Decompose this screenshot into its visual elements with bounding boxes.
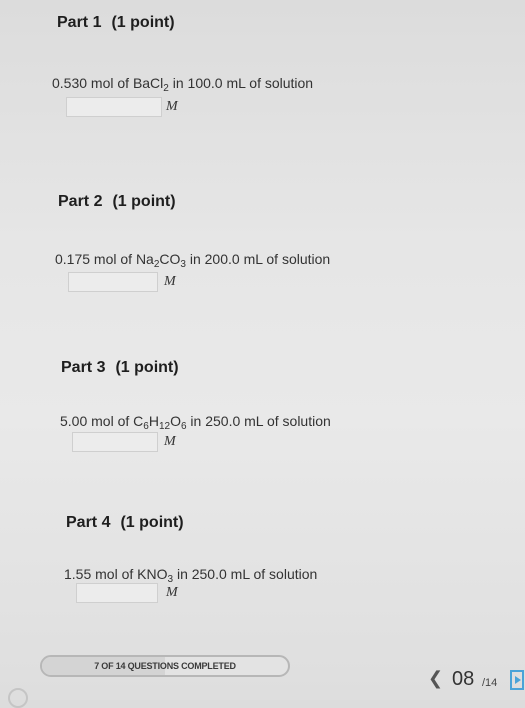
- part-2-label: Part 2: [58, 193, 103, 210]
- formula-text: CO: [159, 251, 181, 267]
- part-2-answer-input[interactable]: [68, 272, 158, 292]
- formula-text: H: [148, 413, 159, 429]
- progress-label: 7 OF 14 QUESTIONS COMPLETED: [94, 661, 236, 671]
- part-2-formula: Na2CO3: [135, 251, 186, 270]
- part-3-question: 5.00 mol of C6H12O6 in 250.0 mL of solut…: [60, 413, 331, 432]
- part-1-label: Part 1: [57, 14, 102, 31]
- part-4-points: (1 point): [120, 514, 184, 531]
- formula-text: KNO: [137, 566, 168, 582]
- part-3-rest: in 250.0 mL of solution: [186, 413, 331, 429]
- part-2-amount: 0.175 mol of: [55, 251, 136, 267]
- part-3-formula: C6H12O6: [133, 413, 186, 432]
- part-4-amount: 1.55 mol of: [64, 566, 138, 582]
- part-1-answer-input[interactable]: [66, 97, 162, 117]
- part-3-amount: 5.00 mol of: [60, 413, 134, 429]
- part-4-rest: in 250.0 mL of solution: [173, 566, 318, 582]
- part-1-formula: BaCl2: [132, 75, 169, 94]
- part-2-question: 0.175 mol of Na2CO3 in 200.0 mL of solut…: [55, 251, 331, 270]
- formula-text: BaCl: [132, 75, 164, 91]
- formula-subscript: 12: [158, 421, 171, 432]
- part-2-rest: in 200.0 mL of solution: [185, 251, 331, 267]
- next-page-icon[interactable]: [510, 670, 524, 690]
- part-1-question: 0.530 mol of BaCl2 in 100.0 mL of soluti…: [52, 75, 314, 94]
- part-4-question: 1.55 mol of KNO3 in 250.0 mL of solution: [64, 566, 318, 585]
- formula-text: C: [133, 413, 144, 429]
- formula-text: O: [170, 413, 181, 429]
- current-page-number: 08: [452, 668, 475, 690]
- part-2-points: (1 point): [112, 193, 176, 210]
- part-1-unit: M: [166, 99, 178, 114]
- part-3-label: Part 3: [61, 359, 106, 376]
- part-1-title: Part 1 (1 point): [57, 14, 175, 32]
- part-4-title: Part 4 (1 point): [66, 514, 184, 532]
- total-pages: /14: [482, 677, 498, 689]
- part-1-points: (1 point): [111, 14, 175, 31]
- part-1-rest: in 100.0 mL of solution: [168, 75, 314, 91]
- formula-text: Na: [135, 251, 154, 267]
- part-4-formula: KNO3: [137, 566, 173, 585]
- part-2-unit: M: [164, 274, 176, 289]
- part-2-title: Part 2 (1 point): [58, 193, 176, 211]
- corner-circle-icon: [8, 688, 28, 708]
- part-4-unit: M: [166, 585, 178, 600]
- part-3-title: Part 3 (1 point): [61, 359, 179, 377]
- progress-bar: 7 OF 14 QUESTIONS COMPLETED: [40, 655, 290, 677]
- part-3-answer-input[interactable]: [72, 432, 158, 452]
- part-3-unit: M: [164, 434, 176, 449]
- part-4-answer-input[interactable]: [76, 583, 158, 603]
- part-3-points: (1 point): [115, 359, 179, 376]
- part-1-amount: 0.530 mol of: [52, 75, 133, 91]
- part-4-label: Part 4: [66, 514, 111, 531]
- chevron-left-icon[interactable]: ❮: [428, 668, 443, 689]
